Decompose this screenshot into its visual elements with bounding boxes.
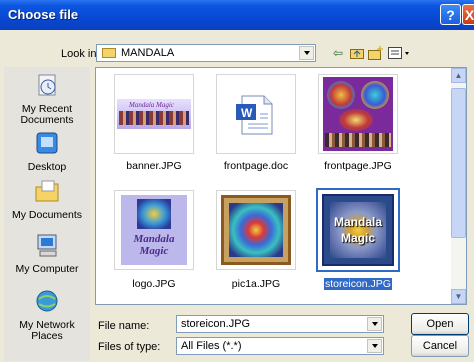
my-documents-icon <box>35 180 59 202</box>
filename-value: storeicon.JPG <box>181 318 251 330</box>
folder-icon <box>102 48 116 58</box>
title-bar[interactable]: Choose file ? X <box>0 0 474 30</box>
help-button[interactable]: ? <box>440 4 461 25</box>
chevron-down-icon[interactable] <box>367 317 382 331</box>
chevron-down-icon[interactable] <box>299 46 314 60</box>
thumbnail-text: Mandala Magic <box>333 215 382 245</box>
place-desktop[interactable]: Desktop <box>4 131 90 173</box>
file-name: pic1a.JPG <box>231 278 281 290</box>
thumbnail-text: W <box>241 106 253 120</box>
lookin-label: Look in: <box>61 48 100 60</box>
file-name: storeicon.JPG <box>324 278 392 290</box>
filename-label: File name: <box>98 320 150 332</box>
word-document-icon <box>236 95 273 135</box>
choose-file-dialog: Choose file ? X Look in: MANDALA ⇦ My Re… <box>0 0 474 362</box>
file-item[interactable]: Mandala Magic logo.JPG <box>104 190 204 302</box>
lookin-dropdown[interactable]: MANDALA <box>96 44 316 62</box>
close-button[interactable]: X <box>462 4 474 25</box>
new-folder-button[interactable] <box>368 46 384 60</box>
filetype-value: All Files (*.*) <box>181 340 242 352</box>
cancel-button[interactable]: Cancel <box>411 335 469 357</box>
file-name: banner.JPG <box>126 160 182 172</box>
file-item[interactable]: pic1a.JPG <box>206 190 306 302</box>
vertical-scrollbar[interactable]: ▲ ▼ <box>451 68 466 304</box>
thumbnail-text: Mandala Magic <box>129 101 174 109</box>
place-my-documents[interactable]: My Documents <box>4 179 90 221</box>
lookin-value: MANDALA <box>121 47 175 59</box>
file-item[interactable]: frontpage.JPG <box>308 74 408 186</box>
places-bar: My Recent Documents Desktop My Documents… <box>4 67 90 361</box>
file-item[interactable]: W frontpage.doc <box>206 74 306 186</box>
file-thumbnail <box>318 74 398 154</box>
place-recent-documents[interactable]: My Recent Documents <box>4 73 90 126</box>
filetype-label: Files of type: <box>98 341 161 353</box>
file-thumbnail: W <box>216 74 296 154</box>
file-thumbnail <box>216 190 296 270</box>
place-my-computer[interactable]: My Computer <box>4 233 90 275</box>
place-label: Desktop <box>27 161 67 173</box>
scroll-down-button[interactable]: ▼ <box>451 289 466 304</box>
thumbnail-text: Mandala Magic <box>133 233 175 257</box>
new-folder-icon <box>368 46 383 60</box>
filetype-select[interactable]: All Files (*.*) <box>176 337 384 355</box>
place-network-places[interactable]: My Network Places <box>4 289 90 342</box>
recent-documents-icon <box>38 74 56 96</box>
file-thumbnail: Mandala Magic <box>114 190 194 270</box>
place-label: My Documents <box>11 209 83 221</box>
scroll-up-button[interactable]: ▲ <box>451 68 466 83</box>
up-folder-button[interactable] <box>349 46 365 60</box>
place-label: My Computer <box>15 263 79 275</box>
file-name: frontpage.doc <box>223 160 289 172</box>
up-folder-icon <box>350 49 364 59</box>
file-thumbnail: Mandala Magic <box>316 188 400 272</box>
file-item[interactable]: Mandala Magic banner.JPG <box>104 74 204 186</box>
view-menu-icon <box>388 47 409 59</box>
view-menu-button[interactable] <box>388 46 410 60</box>
dialog-title: Choose file <box>8 7 79 22</box>
file-list-view[interactable]: Mandala Magic banner.JPG W frontpage.doc <box>95 67 467 305</box>
chevron-down-icon[interactable] <box>367 339 382 353</box>
open-button[interactable]: Open <box>411 313 469 335</box>
file-name: logo.JPG <box>132 278 176 290</box>
place-label: My Network Places <box>19 319 75 342</box>
place-label: My Recent Documents <box>20 103 74 126</box>
back-icon[interactable]: ⇦ <box>330 46 346 60</box>
my-computer-icon <box>37 234 57 257</box>
file-name: frontpage.JPG <box>324 160 392 172</box>
file-item-selected[interactable]: Mandala Magic storeicon.JPG <box>308 188 408 302</box>
filename-combo[interactable]: storeicon.JPG <box>176 315 384 333</box>
network-places-icon <box>36 290 58 312</box>
scrollbar-thumb[interactable] <box>451 88 466 238</box>
desktop-icon <box>36 132 58 154</box>
file-thumbnail: Mandala Magic <box>114 74 194 154</box>
